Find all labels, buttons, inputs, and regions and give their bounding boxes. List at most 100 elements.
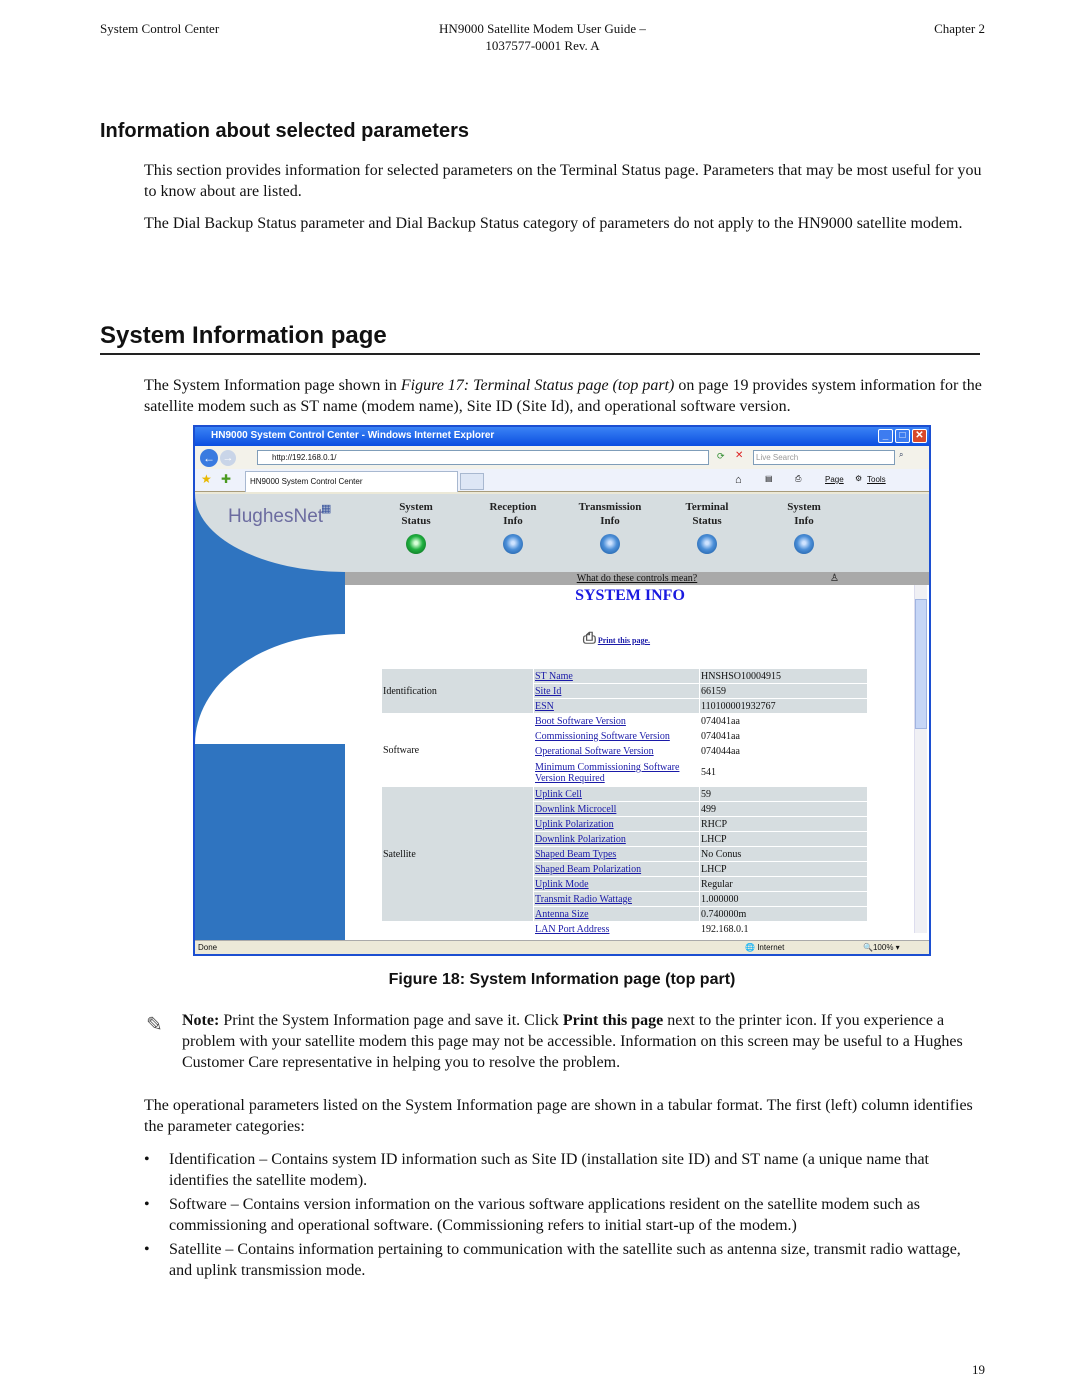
parameter-value: 66159: [699, 683, 868, 699]
parameter-name-cell: Uplink Polarization: [533, 816, 700, 832]
parameter-link[interactable]: Transmit Radio Wattage: [535, 894, 632, 905]
print-icon[interactable]: ⎙: [795, 474, 801, 484]
feeds-icon[interactable]: ▤: [765, 474, 773, 483]
parameter-link[interactable]: Shaped Beam Types: [535, 849, 616, 860]
parameter-link[interactable]: Antenna Size: [535, 909, 589, 920]
home-icon[interactable]: ⌂: [735, 474, 742, 486]
forward-icon[interactable]: →: [220, 450, 236, 466]
parameter-link[interactable]: Minimum Commissioning Software Version R…: [535, 762, 679, 784]
hughesnet-logo: HughesNet: [228, 506, 324, 527]
parameter-value: RHCP: [699, 816, 868, 832]
status-text: Done: [198, 943, 218, 952]
status-bar: Done 🌐 Internet 🔍100% ▾: [195, 940, 929, 954]
close-button[interactable]: ✕: [912, 429, 927, 443]
doc-number: 1037577-0001 Rev. A: [485, 38, 600, 53]
address-input[interactable]: http://192.168.0.1/: [257, 450, 709, 465]
parameter-value: Regular: [699, 876, 868, 892]
tab-toolbar: ★ ✚ HN9000 System Control Center ⌂ ▤ ⎙ P…: [195, 469, 929, 492]
status-indicator-icon: [600, 534, 620, 554]
category-cell: Software: [381, 713, 534, 787]
controls-bar: What do these controls mean? ♙: [345, 572, 929, 585]
parameter-name-cell: Uplink Cell: [533, 786, 700, 802]
status-indicator-icon: [503, 534, 523, 554]
nav-transmission-info[interactable]: Transmission Info: [565, 500, 655, 554]
tab-active[interactable]: HN9000 System Control Center: [245, 471, 458, 492]
list-item: Software – Contains version information …: [144, 1194, 984, 1236]
paragraph: The System Information page shown in Fig…: [144, 377, 982, 415]
scrollbar[interactable]: [914, 585, 927, 933]
add-favorite-icon[interactable]: ✚: [221, 472, 231, 486]
search-icon[interactable]: ⌕: [899, 450, 903, 460]
parameter-link[interactable]: Commissioning Software Version: [535, 731, 670, 742]
parameter-name-cell: Shaped Beam Polarization: [533, 861, 700, 877]
parameter-value: 59: [699, 786, 868, 802]
section-heading: System Information page: [100, 322, 387, 349]
table-row: Satellite Uplink Cell 59: [381, 786, 868, 922]
parameter-value: 541: [699, 758, 868, 787]
parameter-name-cell: Shaped Beam Types: [533, 846, 700, 862]
parameter-link[interactable]: Boot Software Version: [535, 716, 626, 727]
category-cell: Satellite: [381, 786, 534, 922]
parameter-name-cell: Commissioning Software Version: [533, 728, 700, 744]
paragraph: The Dial Backup Status parameter and Dia…: [144, 215, 963, 232]
parameter-value: 1.000000: [699, 891, 868, 907]
parameter-value: 074044aa: [699, 743, 868, 759]
nav-reception-info[interactable]: Reception Info: [468, 500, 558, 554]
refresh-icon[interactable]: ⟳: [717, 451, 725, 462]
favorites-star-icon[interactable]: ★: [201, 472, 212, 486]
new-tab-button[interactable]: [460, 473, 484, 490]
parameter-value: 499: [699, 801, 868, 817]
parameter-value: 110100001932767: [699, 698, 868, 714]
internet-zone: 🌐 Internet: [745, 943, 785, 952]
page-number: 19: [972, 1362, 985, 1377]
nav-system-info[interactable]: System Info: [759, 500, 849, 554]
header-right: Chapter 2: [934, 21, 985, 36]
nav-terminal-status[interactable]: Terminal Status: [662, 500, 752, 554]
print-link[interactable]: ⎙ Print this page.: [583, 630, 650, 648]
tools-menu[interactable]: Tools: [867, 475, 886, 484]
scrollbar-thumb[interactable]: [915, 599, 927, 729]
table-row: Software Boot Software Version 074041aa: [381, 713, 868, 787]
parameter-name-cell: Minimum Commissioning Software Version R…: [533, 758, 700, 787]
address-toolbar: ← → http://192.168.0.1/ ⟳ ✕ Live Search …: [195, 446, 929, 469]
maximize-button[interactable]: □: [895, 429, 910, 443]
parameter-name-cell: Transmit Radio Wattage: [533, 891, 700, 907]
parameter-name-cell: Boot Software Version: [533, 713, 700, 729]
parameter-name-cell: Site Id: [533, 683, 700, 699]
parameter-link[interactable]: LAN Port Address: [535, 924, 609, 935]
back-icon[interactable]: ←: [200, 449, 218, 467]
figure-caption: Figure 18: System Information page (top …: [388, 971, 736, 988]
list-item: Identification – Contains system ID info…: [144, 1149, 984, 1191]
parameter-link[interactable]: Uplink Mode: [535, 879, 589, 890]
nav-system-status[interactable]: System Status: [371, 500, 461, 554]
minimize-button[interactable]: _: [878, 429, 893, 443]
parameter-link[interactable]: Uplink Cell: [535, 789, 582, 800]
parameter-link[interactable]: ST Name: [535, 671, 573, 682]
note-icon: ✎: [146, 1014, 163, 1036]
parameter-value: LHCP: [699, 831, 868, 847]
parameter-name-cell: ST Name: [533, 668, 700, 684]
table-row: LAN Port Address 192.168.0.1: [381, 921, 868, 937]
parameter-link[interactable]: Uplink Polarization: [535, 819, 614, 830]
parameter-link[interactable]: Downlink Polarization: [535, 834, 626, 845]
status-indicator-icon: [697, 534, 717, 554]
stop-icon[interactable]: ✕: [735, 450, 743, 461]
controls-help-link[interactable]: What do these controls mean?: [577, 573, 698, 584]
parameter-value: HNSHSO10004915: [699, 668, 868, 684]
zoom-level[interactable]: 🔍100% ▾: [863, 943, 900, 952]
header-left: System Control Center: [100, 21, 220, 36]
search-input[interactable]: Live Search: [753, 450, 895, 465]
sidebar-lower: [195, 744, 345, 940]
parameter-link[interactable]: Operational Software Version: [535, 746, 654, 757]
section-heading: Information about selected parameters: [100, 120, 469, 142]
parameter-link[interactable]: ESN: [535, 701, 554, 712]
tools-gear-icon: ⚙: [855, 474, 863, 483]
page-menu[interactable]: Page: [825, 475, 844, 484]
parameter-link[interactable]: Shaped Beam Polarization: [535, 864, 641, 875]
window-title: HN9000 System Control Center - Windows I…: [211, 430, 495, 441]
window-titlebar: HN9000 System Control Center - Windows I…: [195, 427, 929, 446]
parameter-link[interactable]: Downlink Microcell: [535, 804, 616, 815]
table-row: Identification ST Name HNSHSO10004915: [381, 668, 868, 714]
parameter-name-cell: ESN: [533, 698, 700, 714]
parameter-link[interactable]: Site Id: [535, 686, 561, 697]
